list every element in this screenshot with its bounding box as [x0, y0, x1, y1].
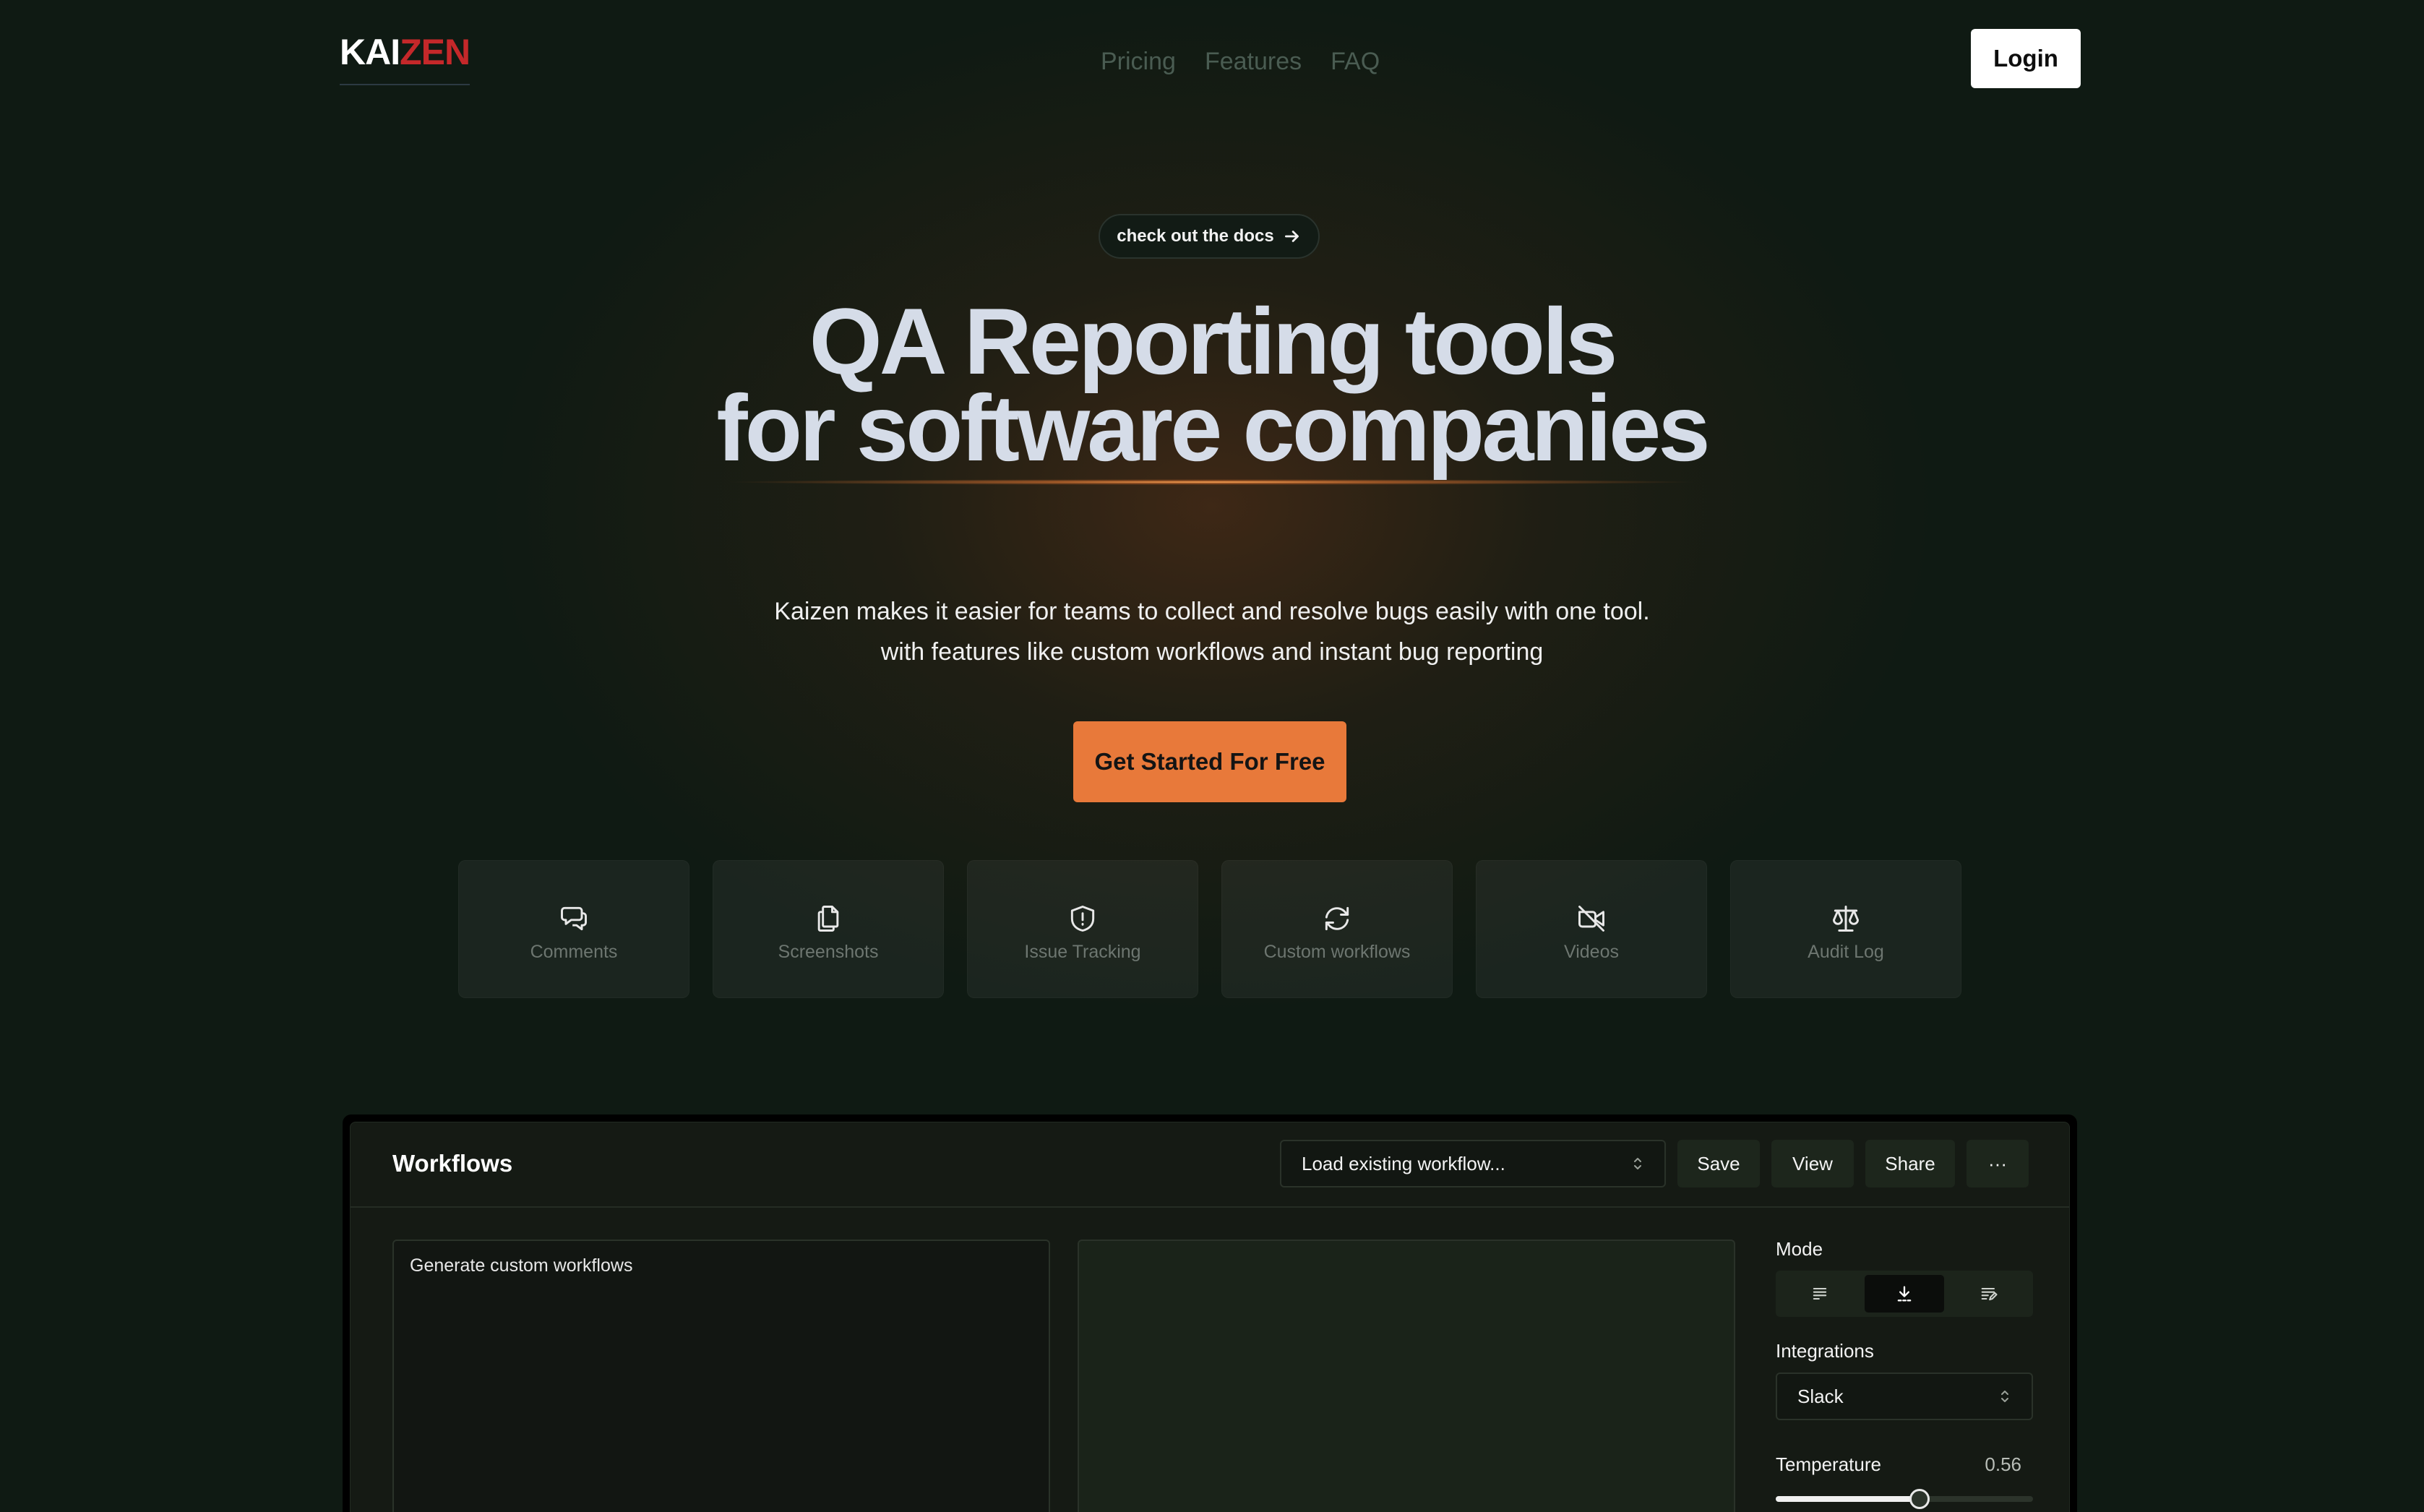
kaizen-logo[interactable]: KAIZEN [340, 32, 470, 85]
mode-insert-button[interactable] [1864, 1275, 1945, 1313]
workflow-panel-title: Workflows [392, 1150, 513, 1177]
logo-text-zen: ZEN [400, 32, 470, 72]
feature-label: Comments [530, 942, 618, 962]
login-button[interactable]: Login [1971, 29, 2081, 88]
workflow-panel: Workflows Load existing workflow... Save… [343, 1114, 2077, 1512]
integrations-label: Integrations [1776, 1340, 1874, 1362]
temperature-label: Temperature [1776, 1453, 1881, 1475]
text-edit-icon [1981, 1287, 1998, 1301]
hero-title-line1: QA Reporting tools [809, 288, 1618, 394]
shield-alert-icon [1070, 906, 1095, 932]
text-lines-icon [1813, 1287, 1827, 1300]
workflow-panel-inner: Workflows Load existing workflow... Save… [350, 1122, 2070, 1512]
feature-card-comments[interactable]: Comments [458, 860, 689, 998]
integrations-select[interactable]: Slack [1776, 1373, 2033, 1420]
nav-link-features[interactable]: Features [1205, 48, 1302, 76]
mode-toggle-group [1776, 1271, 2033, 1317]
scale-icon [1833, 906, 1859, 932]
share-button[interactable]: Share [1865, 1140, 1955, 1187]
mode-complete-button[interactable] [1780, 1275, 1860, 1313]
workflow-output-area [1078, 1240, 1735, 1512]
feature-label: Audit Log [1808, 942, 1884, 962]
feature-card-videos[interactable]: Videos [1476, 860, 1707, 998]
download-icon [1897, 1286, 1912, 1302]
workflow-panel-header: Workflows Load existing workflow... Save… [351, 1122, 2069, 1208]
mode-label: Mode [1776, 1238, 1823, 1260]
feature-label: Videos [1564, 942, 1619, 962]
feature-label: Screenshots [778, 942, 879, 962]
workflow-settings-sidebar: Mode Integrations Slack Temperature 0.56 [1776, 1238, 2033, 1509]
hero-subtitle-line1: Kaizen makes it easier for teams to coll… [774, 598, 1650, 625]
docs-link-pill[interactable]: check out the docs [1099, 214, 1320, 259]
load-workflow-select[interactable]: Load existing workflow... [1280, 1140, 1666, 1187]
feature-label: Issue Tracking [1024, 942, 1141, 962]
logo-text-kai: KAI [340, 32, 400, 72]
hero-title-line2: for software companies [716, 375, 1710, 481]
temperature-slider[interactable] [1776, 1489, 2033, 1509]
temperature-slider-thumb[interactable] [1909, 1489, 1930, 1509]
feature-label: Custom workflows [1263, 942, 1411, 962]
hero-subtitle-line2: with features like custom workflows and … [880, 638, 1544, 666]
chevron-up-down-icon [1634, 1158, 1641, 1169]
video-off-icon [1578, 906, 1604, 932]
temperature-value: 0.56 [1985, 1453, 2021, 1475]
docs-link-label: check out the docs [1117, 226, 1274, 246]
title-glow-underline [723, 479, 1701, 485]
feature-card-issue-tracking[interactable]: Issue Tracking [967, 860, 1198, 998]
nav-link-faq[interactable]: FAQ [1331, 48, 1380, 76]
view-button[interactable]: View [1771, 1140, 1854, 1187]
integrations-value: Slack [1797, 1385, 1844, 1407]
screenshots-icon [817, 906, 839, 932]
hero-title: QA Reporting tools for software companie… [489, 288, 1935, 481]
feature-card-custom-workflows[interactable]: Custom workflows [1221, 860, 1453, 998]
chevron-up-down-icon [2001, 1391, 2008, 1402]
feature-card-screenshots[interactable]: Screenshots [713, 860, 944, 998]
feature-card-audit-log[interactable]: Audit Log [1730, 860, 1961, 998]
refresh-icon [1325, 906, 1349, 931]
workflow-prompt-input[interactable]: Generate custom workflows [392, 1240, 1050, 1512]
hero-subtitle: Kaizen makes it easier for teams to coll… [634, 591, 1790, 672]
load-workflow-label: Load existing workflow... [1302, 1152, 1505, 1174]
more-options-button[interactable]: ··· [1967, 1140, 2029, 1187]
temperature-slider-fill [1776, 1496, 1920, 1502]
get-started-button[interactable]: Get Started For Free [1073, 721, 1346, 802]
comments-icon [561, 906, 587, 931]
arrow-right-icon [1284, 231, 1299, 242]
temperature-row: Temperature 0.56 [1776, 1453, 2033, 1476]
save-button[interactable]: Save [1677, 1140, 1760, 1187]
mode-edit-button[interactable] [1948, 1275, 2029, 1313]
main-nav: Pricing Features FAQ [1101, 48, 1380, 76]
feature-cards: Comments Screenshots Issue Tracking Cust… [458, 860, 1961, 998]
nav-link-pricing[interactable]: Pricing [1101, 48, 1176, 76]
